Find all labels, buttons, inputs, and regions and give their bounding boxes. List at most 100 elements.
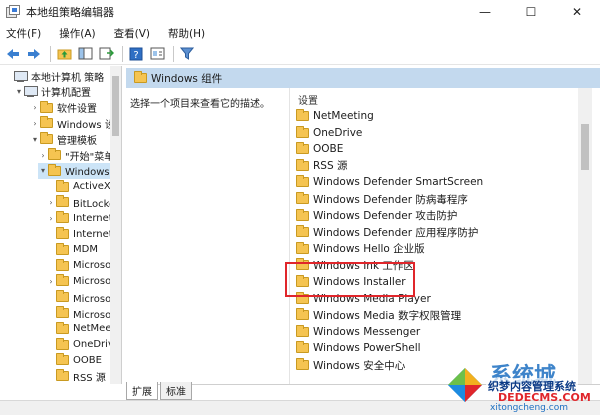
chevron-right-icon[interactable]: › xyxy=(38,151,48,160)
maximize-icon: ☐ xyxy=(525,5,537,19)
column-header-setting[interactable]: 设置 xyxy=(298,92,318,107)
folder-icon xyxy=(56,369,69,382)
tree-item[interactable]: OneDrive xyxy=(46,337,120,353)
list-item-label: Windows Defender 防病毒程序 xyxy=(313,193,468,206)
help-icon: ? xyxy=(129,47,143,61)
list-item-label: Windows Defender 应用程序防护 xyxy=(313,226,479,239)
window-title: 本地组策略编辑器 xyxy=(26,6,114,19)
folder-icon xyxy=(40,116,53,129)
chevron-right-icon[interactable]: › xyxy=(46,198,56,207)
folder-icon xyxy=(56,242,69,255)
details-scrollbar[interactable] xyxy=(578,88,592,384)
export-list-button[interactable] xyxy=(97,45,115,63)
computer-icon xyxy=(24,86,38,98)
folder-icon xyxy=(296,208,309,221)
list-item[interactable]: Windows Hello 企业版 xyxy=(296,241,425,257)
tree-item[interactable]: ▾ 计算机配置 xyxy=(14,84,91,100)
list-item-label: Windows 安全中心 xyxy=(313,359,406,372)
list-item[interactable]: Windows Defender SmartScreen xyxy=(296,174,483,190)
folder-icon xyxy=(56,274,69,287)
folder-icon xyxy=(296,225,309,238)
tree-item-label: 软件设置 xyxy=(57,104,97,116)
close-button[interactable]: ✕ xyxy=(554,0,600,24)
folder-icon xyxy=(296,308,309,321)
scrollbar-thumb[interactable] xyxy=(581,124,589,170)
menu-action[interactable]: 操作(A) xyxy=(57,25,97,42)
list-item[interactable]: OneDrive xyxy=(296,125,362,141)
help-button[interactable]: ? xyxy=(127,45,145,63)
folder-icon xyxy=(296,358,309,370)
tab-standard[interactable]: 标准 xyxy=(160,382,192,400)
list-item-label: OneDrive xyxy=(313,126,363,139)
minimize-icon: — xyxy=(479,5,491,19)
view-tabs: 扩展 标准 xyxy=(126,382,600,400)
properties-icon xyxy=(150,47,164,60)
navigation-tree: 本地计算机 策略 ▾ 计算机配置 › 软件设置 › Windows 设置 ▾ 管理模板 › "开始"… xyxy=(0,66,122,384)
chevron-down-icon[interactable]: ▾ xyxy=(14,87,24,96)
tab-extended[interactable]: 扩展 xyxy=(126,382,158,400)
folder-icon xyxy=(296,192,309,204)
tree-item[interactable]: › 软件设置 xyxy=(30,100,97,116)
tree-item[interactable]: MDM xyxy=(46,242,98,258)
tree-item[interactable]: RSS 源 xyxy=(46,368,106,384)
list-item[interactable]: RSS 源 xyxy=(296,158,347,174)
tree-scrollbar[interactable] xyxy=(110,66,121,384)
forward-arrow-icon xyxy=(28,48,40,59)
toolbar-separator xyxy=(122,45,123,62)
folder-icon xyxy=(56,195,69,208)
list-item[interactable]: OOBE xyxy=(296,141,343,157)
chevron-right-icon[interactable]: › xyxy=(46,277,56,286)
folder-icon xyxy=(56,290,69,303)
folder-icon xyxy=(56,306,69,318)
tree-item-label: 计算机配置 xyxy=(41,88,91,100)
toolbar-separator xyxy=(50,45,51,62)
menu-help[interactable]: 帮助(H) xyxy=(166,25,207,42)
list-item-label: Windows PowerShell xyxy=(313,342,421,355)
show-hide-tree-button[interactable] xyxy=(76,45,94,63)
menu-view[interactable]: 查看(V) xyxy=(112,25,152,42)
properties-button[interactable] xyxy=(148,45,166,63)
chevron-right-icon[interactable]: › xyxy=(30,103,40,112)
toolbar: ? xyxy=(0,43,600,65)
svg-text:?: ? xyxy=(133,50,138,61)
list-item[interactable]: Windows PowerShell xyxy=(296,340,421,356)
folder-icon xyxy=(40,132,53,145)
list-item[interactable]: Windows Defender 攻击防护 xyxy=(296,208,457,224)
folder-icon xyxy=(56,258,69,271)
folder-icon xyxy=(48,163,61,176)
tree-item-label: MDM xyxy=(73,244,98,256)
list-item-label: Windows Messenger xyxy=(313,325,421,338)
list-item-label: Windows Defender SmartScreen xyxy=(313,176,484,189)
tree-item[interactable]: OOBE xyxy=(46,352,102,368)
tree-item[interactable]: › Windows 设置 xyxy=(30,115,121,131)
list-item[interactable]: Windows Defender 应用程序防护 xyxy=(296,224,478,240)
list-item-label: Windows Hello 企业版 xyxy=(313,243,425,256)
chevron-right-icon[interactable]: › xyxy=(46,214,56,223)
tree-item[interactable]: ▾ 管理模板 xyxy=(30,131,97,147)
folder-icon xyxy=(40,100,53,113)
folder-icon xyxy=(48,148,61,160)
minimize-button[interactable]: — xyxy=(462,0,508,24)
scrollbar-thumb[interactable] xyxy=(112,76,119,136)
maximize-button[interactable]: ☐ xyxy=(508,0,554,24)
list-item[interactable]: Windows Media 数字权限管理 xyxy=(296,307,461,323)
details-header-title: Windows 组件 xyxy=(151,72,223,85)
tree-item[interactable]: 本地计算机 策略 xyxy=(4,68,104,84)
list-item[interactable]: NetMeeting xyxy=(296,108,374,124)
list-item[interactable]: Windows Messenger xyxy=(296,324,420,340)
chevron-down-icon[interactable]: ▾ xyxy=(38,166,48,175)
list-item[interactable]: Windows 安全中心 xyxy=(296,357,405,373)
chevron-down-icon[interactable]: ▾ xyxy=(30,135,40,144)
forward-button[interactable] xyxy=(25,45,43,63)
list-item-label: RSS 源 xyxy=(313,160,348,173)
folder-icon xyxy=(296,241,309,254)
up-level-button[interactable] xyxy=(55,45,73,63)
tree-item-label: 管理模板 xyxy=(57,135,97,147)
list-item-label: Windows Media 数字权限管理 xyxy=(313,309,462,322)
menu-file[interactable]: 文件(F) xyxy=(4,25,43,42)
chevron-right-icon[interactable]: › xyxy=(30,119,40,128)
folder-icon xyxy=(296,125,309,138)
back-button[interactable] xyxy=(4,45,22,63)
list-item[interactable]: Windows Defender 防病毒程序 xyxy=(296,191,468,207)
filter-button[interactable] xyxy=(178,45,196,63)
